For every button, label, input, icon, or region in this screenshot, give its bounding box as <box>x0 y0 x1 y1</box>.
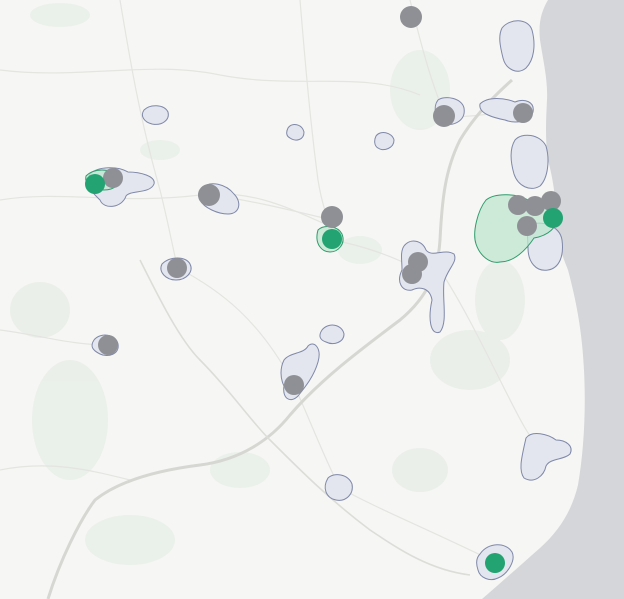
inactive-marker[interactable] <box>541 191 561 211</box>
inactive-marker[interactable] <box>513 103 533 123</box>
inactive-marker[interactable] <box>400 6 422 28</box>
land-background <box>0 0 624 599</box>
active-marker[interactable] <box>485 553 505 573</box>
zone-polygon[interactable] <box>510 134 549 189</box>
map-canvas[interactable] <box>0 0 624 599</box>
active-marker[interactable] <box>85 174 105 194</box>
active-marker[interactable] <box>543 208 563 228</box>
zone-polygon[interactable] <box>499 20 535 72</box>
zone-polygon[interactable] <box>324 474 353 501</box>
inactive-marker[interactable] <box>198 184 220 206</box>
inactive-marker[interactable] <box>508 195 528 215</box>
inactive-marker[interactable] <box>517 216 537 236</box>
inactive-marker[interactable] <box>433 105 455 127</box>
zone-polygon[interactable] <box>374 132 395 151</box>
inactive-marker[interactable] <box>321 206 343 228</box>
zone-polygon[interactable] <box>286 124 305 141</box>
zone-polygon[interactable] <box>141 105 169 125</box>
inactive-marker[interactable] <box>402 264 422 284</box>
inactive-marker[interactable] <box>103 168 123 188</box>
zone-polygon[interactable] <box>319 324 345 345</box>
inactive-marker[interactable] <box>167 258 187 278</box>
inactive-marker[interactable] <box>98 335 118 355</box>
inactive-marker[interactable] <box>284 375 304 395</box>
active-marker[interactable] <box>322 229 342 249</box>
